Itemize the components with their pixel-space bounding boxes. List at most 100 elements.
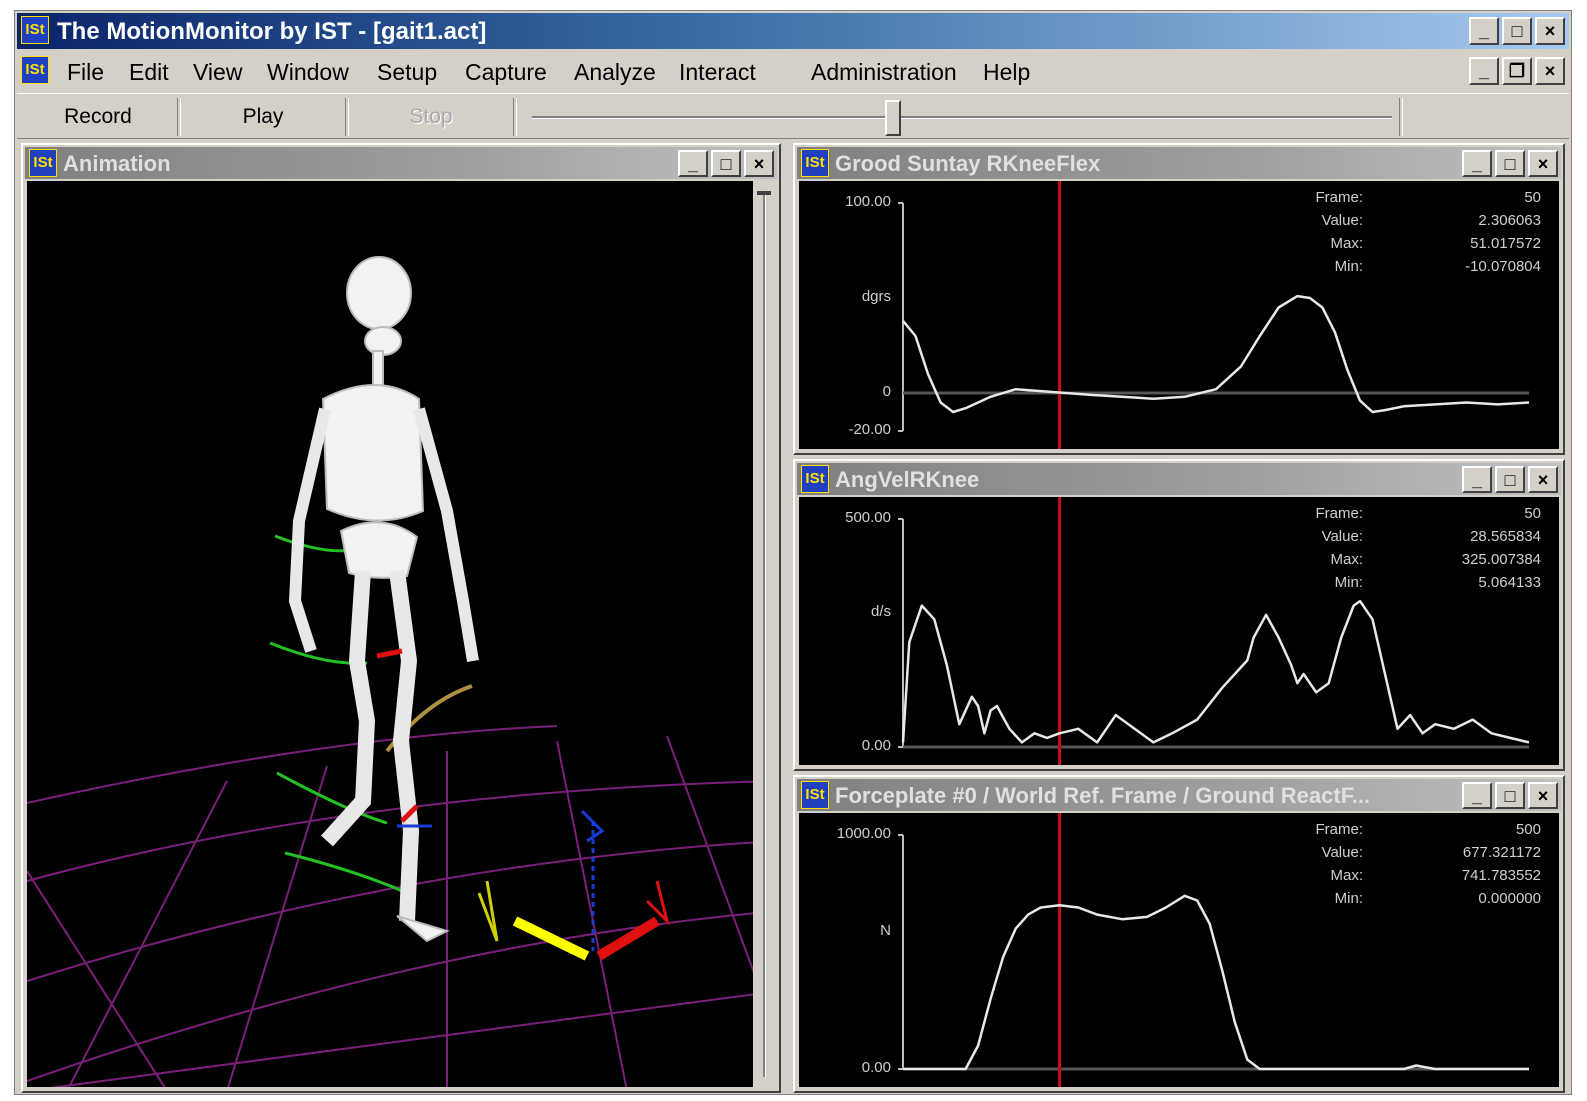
readout-value: 51.017572	[1470, 235, 1541, 252]
data-series-line	[903, 894, 1529, 1071]
y-axis-zero-label: 0	[882, 383, 891, 400]
minimize-icon[interactable]: _	[1462, 466, 1492, 493]
graph-plot-area[interactable]: 1000.00 0.00 N Frame: 500 Value: 677.321172 Max…	[799, 813, 1559, 1087]
readout-label: Max:	[1330, 867, 1363, 884]
readout-row: Max: 325.007384	[1301, 551, 1541, 574]
toolbar-separator	[1399, 98, 1403, 136]
graph-plot-area[interactable]: 100.00 -20.00 dgrs 0 Frame: 50 Value: 2.306063 M…	[799, 181, 1559, 449]
close-icon[interactable]: ×	[1535, 17, 1565, 45]
graph-window-knee-flexion: ISt Grood Suntay RKneeFlex _ □ × 100.00 -20.00…	[793, 143, 1565, 455]
minimize-icon[interactable]: _	[1469, 17, 1499, 45]
y-axis-max-label: 100.00	[845, 193, 891, 210]
animation-title-bar[interactable]: ISt Animation _ □ ×	[25, 147, 777, 179]
menu-capture[interactable]: Capture	[465, 59, 547, 86]
readout-value: 50	[1524, 505, 1541, 522]
menu-analyze[interactable]: Analyze	[574, 59, 656, 86]
play-button[interactable]: Play	[183, 100, 343, 134]
timeline-slider[interactable]	[532, 116, 1392, 119]
minimize-icon[interactable]: _	[1462, 150, 1492, 177]
graph-title-bar[interactable]: ISt Grood Suntay RKneeFlex _ □ ×	[797, 147, 1561, 179]
maximize-icon[interactable]: □	[1495, 466, 1525, 493]
readout-label: Min:	[1334, 258, 1363, 275]
graph-readout: Frame: 50 Value: 28.565834 Max: 325.007384 Min…	[1301, 505, 1541, 605]
doc-close-icon[interactable]: ×	[1535, 57, 1565, 85]
readout-label: Max:	[1330, 235, 1363, 252]
close-icon[interactable]: ×	[1528, 150, 1558, 177]
close-icon[interactable]: ×	[744, 150, 774, 177]
readout-label: Value:	[1321, 212, 1363, 229]
readout-row: Min: 5.064133	[1301, 574, 1541, 597]
animation-window-icon[interactable]: ISt	[29, 149, 57, 177]
app-icon[interactable]: ISt	[21, 16, 49, 44]
doc-restore-icon[interactable]: ❐	[1502, 57, 1532, 85]
stop-button[interactable]: Stop	[351, 100, 511, 134]
document-icon[interactable]: ISt	[21, 56, 49, 84]
graph-readout: Frame: 500 Value: 677.321172 Max: 741.783552 M…	[1301, 821, 1541, 921]
zoom-slider-track	[763, 193, 766, 1077]
animation-title: Animation	[63, 151, 171, 176]
graph-window-ground-reaction: ISt Forceplate #0 / World Ref. Frame / Gr…	[793, 775, 1565, 1093]
menu-window[interactable]: Window	[267, 59, 349, 86]
graph-plot-area[interactable]: 500.00 0.00 d/s Frame: 50 Value: 28.565834 Max:…	[799, 497, 1559, 765]
floor-grid	[27, 725, 558, 804]
readout-label: Max:	[1330, 551, 1363, 568]
y-axis-unit-label: d/s	[870, 603, 891, 620]
graph-window-icon[interactable]: ISt	[801, 781, 829, 809]
timeline-slider-thumb[interactable]	[885, 100, 902, 136]
minimize-icon[interactable]: _	[678, 150, 708, 177]
data-series-line	[901, 599, 1530, 744]
graph-title-bar[interactable]: ISt AngVelRKnee _ □ ×	[797, 463, 1561, 495]
zoom-slider-thumb[interactable]	[757, 191, 771, 195]
readout-value: 677.321172	[1462, 844, 1541, 861]
animation-window: ISt Animation _ □ ×	[21, 143, 781, 1093]
menu-administration[interactable]: Administration	[811, 59, 957, 86]
toolbar: Record Play Stop	[17, 93, 1569, 139]
menu-interact[interactable]: Interact	[679, 59, 756, 86]
menu-edit[interactable]: Edit	[129, 59, 169, 86]
menu-help[interactable]: Help	[983, 59, 1030, 86]
toolbar-separator	[345, 98, 349, 136]
record-button[interactable]: Record	[23, 100, 173, 134]
close-icon[interactable]: ×	[1528, 466, 1558, 493]
window-title: The MotionMonitor by IST - [gait1.act]	[57, 18, 487, 45]
minimize-icon[interactable]: _	[1462, 782, 1492, 809]
readout-row: Frame: 50	[1301, 189, 1541, 212]
graph-window-angular-velocity: ISt AngVelRKnee _ □ × 500.00 0.00 d/s Frame: 50 Va…	[793, 459, 1565, 771]
animation-viewport[interactable]	[27, 181, 775, 1087]
graph-readout: Frame: 50 Value: 2.306063 Max: 51.017572 Min: -…	[1301, 189, 1541, 289]
readout-value: 50	[1524, 189, 1541, 206]
menu-file[interactable]: File	[67, 59, 104, 86]
graph-window-controls: _ □ ×	[1462, 782, 1558, 809]
readout-value: 741.783552	[1461, 867, 1541, 884]
document-controls: _ ❐ ×	[1469, 57, 1565, 85]
graph-window-icon[interactable]: ISt	[801, 149, 829, 177]
readout-row: Frame: 500	[1301, 821, 1541, 844]
menu-view[interactable]: View	[193, 59, 242, 86]
readout-label: Frame:	[1315, 505, 1363, 522]
maximize-icon[interactable]: □	[711, 150, 741, 177]
y-axis-min-label: 0.00	[861, 1059, 891, 1076]
maximize-icon[interactable]: □	[1495, 150, 1525, 177]
graph-window-controls: _ □ ×	[1462, 150, 1558, 177]
y-axis-max-label: 1000.00	[836, 825, 891, 842]
force-vector-axes	[376, 648, 670, 961]
close-icon[interactable]: ×	[1528, 782, 1558, 809]
readout-label: Min:	[1334, 890, 1363, 907]
title-bar[interactable]: ISt The MotionMonitor by IST - [gait1.ac…	[17, 13, 1569, 49]
menu-bar: ISt File Edit View Window Setup Capture …	[17, 51, 1569, 91]
readout-label: Frame:	[1315, 821, 1363, 838]
readout-value: 28.565834	[1470, 528, 1541, 545]
maximize-icon[interactable]: □	[1495, 782, 1525, 809]
maximize-icon[interactable]: □	[1502, 17, 1532, 45]
graph-title-bar[interactable]: ISt Forceplate #0 / World Ref. Frame / Gr…	[797, 779, 1561, 811]
readout-row: Max: 51.017572	[1301, 235, 1541, 258]
graph-window-icon[interactable]: ISt	[801, 465, 829, 493]
animation-zoom-slider[interactable]	[753, 181, 775, 1087]
readout-row: Max: 741.783552	[1301, 867, 1541, 890]
readout-row: Value: 677.321172	[1301, 844, 1541, 867]
readout-value: 5.064133	[1478, 574, 1541, 591]
y-axis-min-label: -20.00	[848, 421, 891, 438]
animation-window-controls: _ □ ×	[678, 150, 774, 177]
doc-minimize-icon[interactable]: _	[1469, 57, 1499, 85]
menu-setup[interactable]: Setup	[377, 59, 437, 86]
